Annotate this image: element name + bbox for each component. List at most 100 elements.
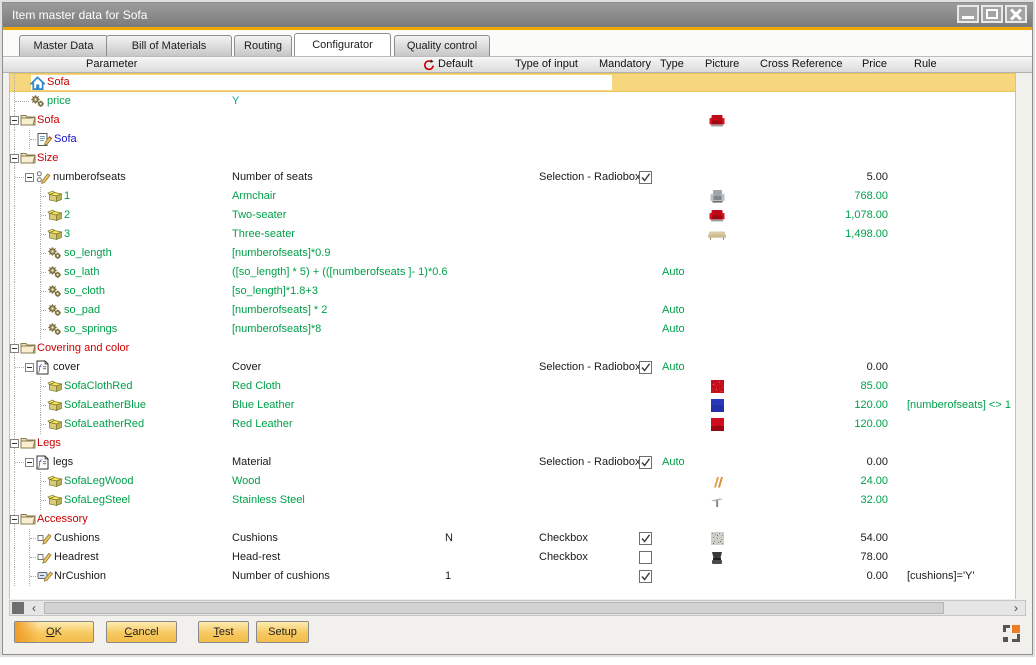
description-cell: [numberofseats] * 2 bbox=[232, 301, 327, 320]
tree-row-legs[interactable]: Legs bbox=[10, 434, 1015, 453]
tree-guide-stub bbox=[41, 196, 46, 197]
tab-configurator[interactable]: Configurator bbox=[294, 33, 391, 56]
column-header-picture: Picture bbox=[705, 57, 739, 72]
parameter-label: NrCushion bbox=[54, 567, 106, 586]
description-cell: Red Leather bbox=[232, 415, 293, 434]
type-of-input-cell: Selection - Radiobox bbox=[539, 453, 641, 472]
parameter-label: SofaLeatherBlue bbox=[64, 396, 146, 415]
tree-guide-line bbox=[14, 396, 15, 415]
tree-row-numberofseats[interactable]: numberofseatsNumber of seatsSelection - … bbox=[10, 168, 1015, 187]
ok-button[interactable]: OK bbox=[14, 621, 94, 643]
collapse-expander-icon[interactable] bbox=[10, 154, 19, 163]
close-icon[interactable] bbox=[1005, 5, 1027, 23]
description-cell: Two-seater bbox=[232, 206, 286, 225]
tree-row-legs[interactable]: f=legsMaterialSelection - RadioboxAuto0.… bbox=[10, 453, 1015, 472]
collapse-expander-icon[interactable] bbox=[25, 458, 34, 467]
collapse-expander-icon[interactable] bbox=[10, 344, 19, 353]
collapse-expander-icon[interactable] bbox=[10, 439, 19, 448]
description-cell: Cover bbox=[232, 358, 261, 377]
price-cell: 120.00 bbox=[778, 396, 888, 415]
scrollbar-thumb[interactable] bbox=[44, 602, 944, 614]
title-bar[interactable]: Item master data for Sofa bbox=[3, 3, 1032, 27]
description-cell: Number of seats bbox=[232, 168, 313, 187]
test-button[interactable]: Test bbox=[198, 621, 249, 643]
maximize-icon[interactable] bbox=[981, 5, 1003, 23]
tree-row-cover[interactable]: f=coverCoverSelection - RadioboxAuto0.00 bbox=[10, 358, 1015, 377]
price-cell: 1,498.00 bbox=[778, 225, 888, 244]
tab-bill-of-materials[interactable]: Bill of Materials bbox=[106, 35, 232, 56]
tree-row-size[interactable]: Size bbox=[10, 149, 1015, 168]
tree-row-accessory[interactable]: Accessory bbox=[10, 510, 1015, 529]
mandatory-checkbox[interactable] bbox=[639, 551, 652, 564]
tree-row-sofaleatherblue[interactable]: SofaLeatherBlueBlue Leather120.00[number… bbox=[10, 396, 1015, 415]
mandatory-checkbox[interactable] bbox=[639, 570, 652, 583]
tree-row-so_length[interactable]: so_length[numberofseats]*0.9 bbox=[10, 244, 1015, 263]
description-cell: Blue Leather bbox=[232, 396, 294, 415]
tree-row-so_pad[interactable]: so_pad[numberofseats] * 2Auto bbox=[10, 301, 1015, 320]
folder-icon bbox=[20, 436, 37, 451]
box-icon bbox=[47, 474, 64, 489]
column-header-mandatory: Mandatory bbox=[599, 57, 651, 72]
tree-row-1[interactable]: 1Armchair768.00 bbox=[10, 187, 1015, 206]
radio-pencil-icon bbox=[36, 170, 53, 185]
tree-row-sofa[interactable]: Sofa bbox=[10, 111, 1015, 130]
tree-row-headrest[interactable]: HeadrestHead-restCheckbox78.00 bbox=[10, 548, 1015, 567]
cancel-button[interactable]: Cancel bbox=[106, 621, 177, 643]
column-header-parameter: Parameter bbox=[86, 57, 137, 72]
tree-row-so_lath[interactable]: so_lath([so_length] * 5) + (([numberofse… bbox=[10, 263, 1015, 282]
tree-row-price[interactable]: priceY bbox=[10, 92, 1015, 111]
dialog-window: Item master data for Sofa Master DataBil… bbox=[2, 2, 1033, 655]
description-cell: Wood bbox=[232, 472, 261, 491]
scroll-left-arrow-icon[interactable]: ‹ bbox=[26, 601, 42, 615]
mandatory-checkbox[interactable] bbox=[639, 532, 652, 545]
tree-row-sofalegwood[interactable]: SofaLegWoodWood24.00 bbox=[10, 472, 1015, 491]
tab-quality-control[interactable]: Quality control bbox=[394, 35, 490, 56]
description-cell: Head-rest bbox=[232, 548, 280, 567]
parameter-label: numberofseats bbox=[53, 168, 126, 187]
mandatory-checkbox[interactable] bbox=[639, 171, 652, 184]
price-cell: 120.00 bbox=[778, 415, 888, 434]
minimize-icon[interactable] bbox=[957, 5, 979, 23]
setup-button[interactable]: Setup bbox=[256, 621, 309, 643]
tree-row-sofaclothred[interactable]: SofaClothRedRed Cloth85.00 bbox=[10, 377, 1015, 396]
horizontal-scrollbar[interactable]: ‹ › bbox=[9, 600, 1026, 616]
tree-row-2[interactable]: 2Two-seater1,078.00 bbox=[10, 206, 1015, 225]
description-cell: ([so_length] * 5) + (([numberofseats ]- … bbox=[232, 263, 448, 282]
tree-row-so_springs[interactable]: so_springs[numberofseats]*8Auto bbox=[10, 320, 1015, 339]
type-cell: Auto bbox=[662, 358, 685, 377]
tree-row-sofaleatherred[interactable]: SofaLeatherRedRed Leather120.00 bbox=[10, 415, 1015, 434]
column-header-row: ParameterDefaultType of inputMandatoryTy… bbox=[3, 56, 1032, 73]
parameter-label: Cushions bbox=[54, 529, 100, 548]
scrollbar-splitter-handle[interactable] bbox=[12, 602, 24, 614]
tree-row-3[interactable]: 3Three-seater1,498.00 bbox=[10, 225, 1015, 244]
collapse-expander-icon[interactable] bbox=[25, 363, 34, 372]
tree-row-cushions[interactable]: CushionsCushionsNCheckbox54.00 bbox=[10, 529, 1015, 548]
tree-row-nrcushion[interactable]: NrCushionNumber of cushions10.00[cushion… bbox=[10, 567, 1015, 586]
mandatory-checkbox[interactable] bbox=[639, 456, 652, 469]
tab-routing[interactable]: Routing bbox=[234, 35, 292, 56]
mandatory-checkbox[interactable] bbox=[639, 361, 652, 374]
description-cell: Three-seater bbox=[232, 225, 295, 244]
column-header-default: Default bbox=[438, 57, 473, 72]
parameter-label: Accessory bbox=[37, 510, 88, 529]
collapse-expander-icon[interactable] bbox=[10, 515, 19, 524]
tree-guide-stub bbox=[41, 329, 46, 330]
tree-row-sofa[interactable]: Sofa bbox=[10, 73, 1015, 92]
tree-row-sofalegsteel[interactable]: SofaLegSteelStainless Steel32.00 bbox=[10, 491, 1015, 510]
tab-master-data[interactable]: Master Data bbox=[19, 35, 108, 56]
resize-grip-icon[interactable] bbox=[1003, 625, 1020, 642]
scroll-right-arrow-icon[interactable]: › bbox=[1008, 601, 1024, 615]
tree-guide-line bbox=[14, 377, 15, 396]
tab-bar: Master DataBill of MaterialsRoutingConfi… bbox=[3, 30, 1032, 56]
parameter-label: Sofa bbox=[47, 74, 70, 91]
collapse-expander-icon[interactable] bbox=[10, 116, 19, 125]
tree-row-sofa[interactable]: Sofa bbox=[10, 130, 1015, 149]
tree-row-covering-and-color[interactable]: Covering and color bbox=[10, 339, 1015, 358]
parameter-label: SofaClothRed bbox=[64, 377, 133, 396]
tree-row-so_cloth[interactable]: so_cloth[so_length]*1.8+3 bbox=[10, 282, 1015, 301]
inline-edit-field[interactable] bbox=[31, 75, 612, 90]
collapse-expander-icon[interactable] bbox=[25, 173, 34, 182]
description-cell: [numberofseats]*0.9 bbox=[232, 244, 330, 263]
steel-leg-picture bbox=[700, 492, 734, 509]
description-cell: Y bbox=[232, 92, 239, 111]
